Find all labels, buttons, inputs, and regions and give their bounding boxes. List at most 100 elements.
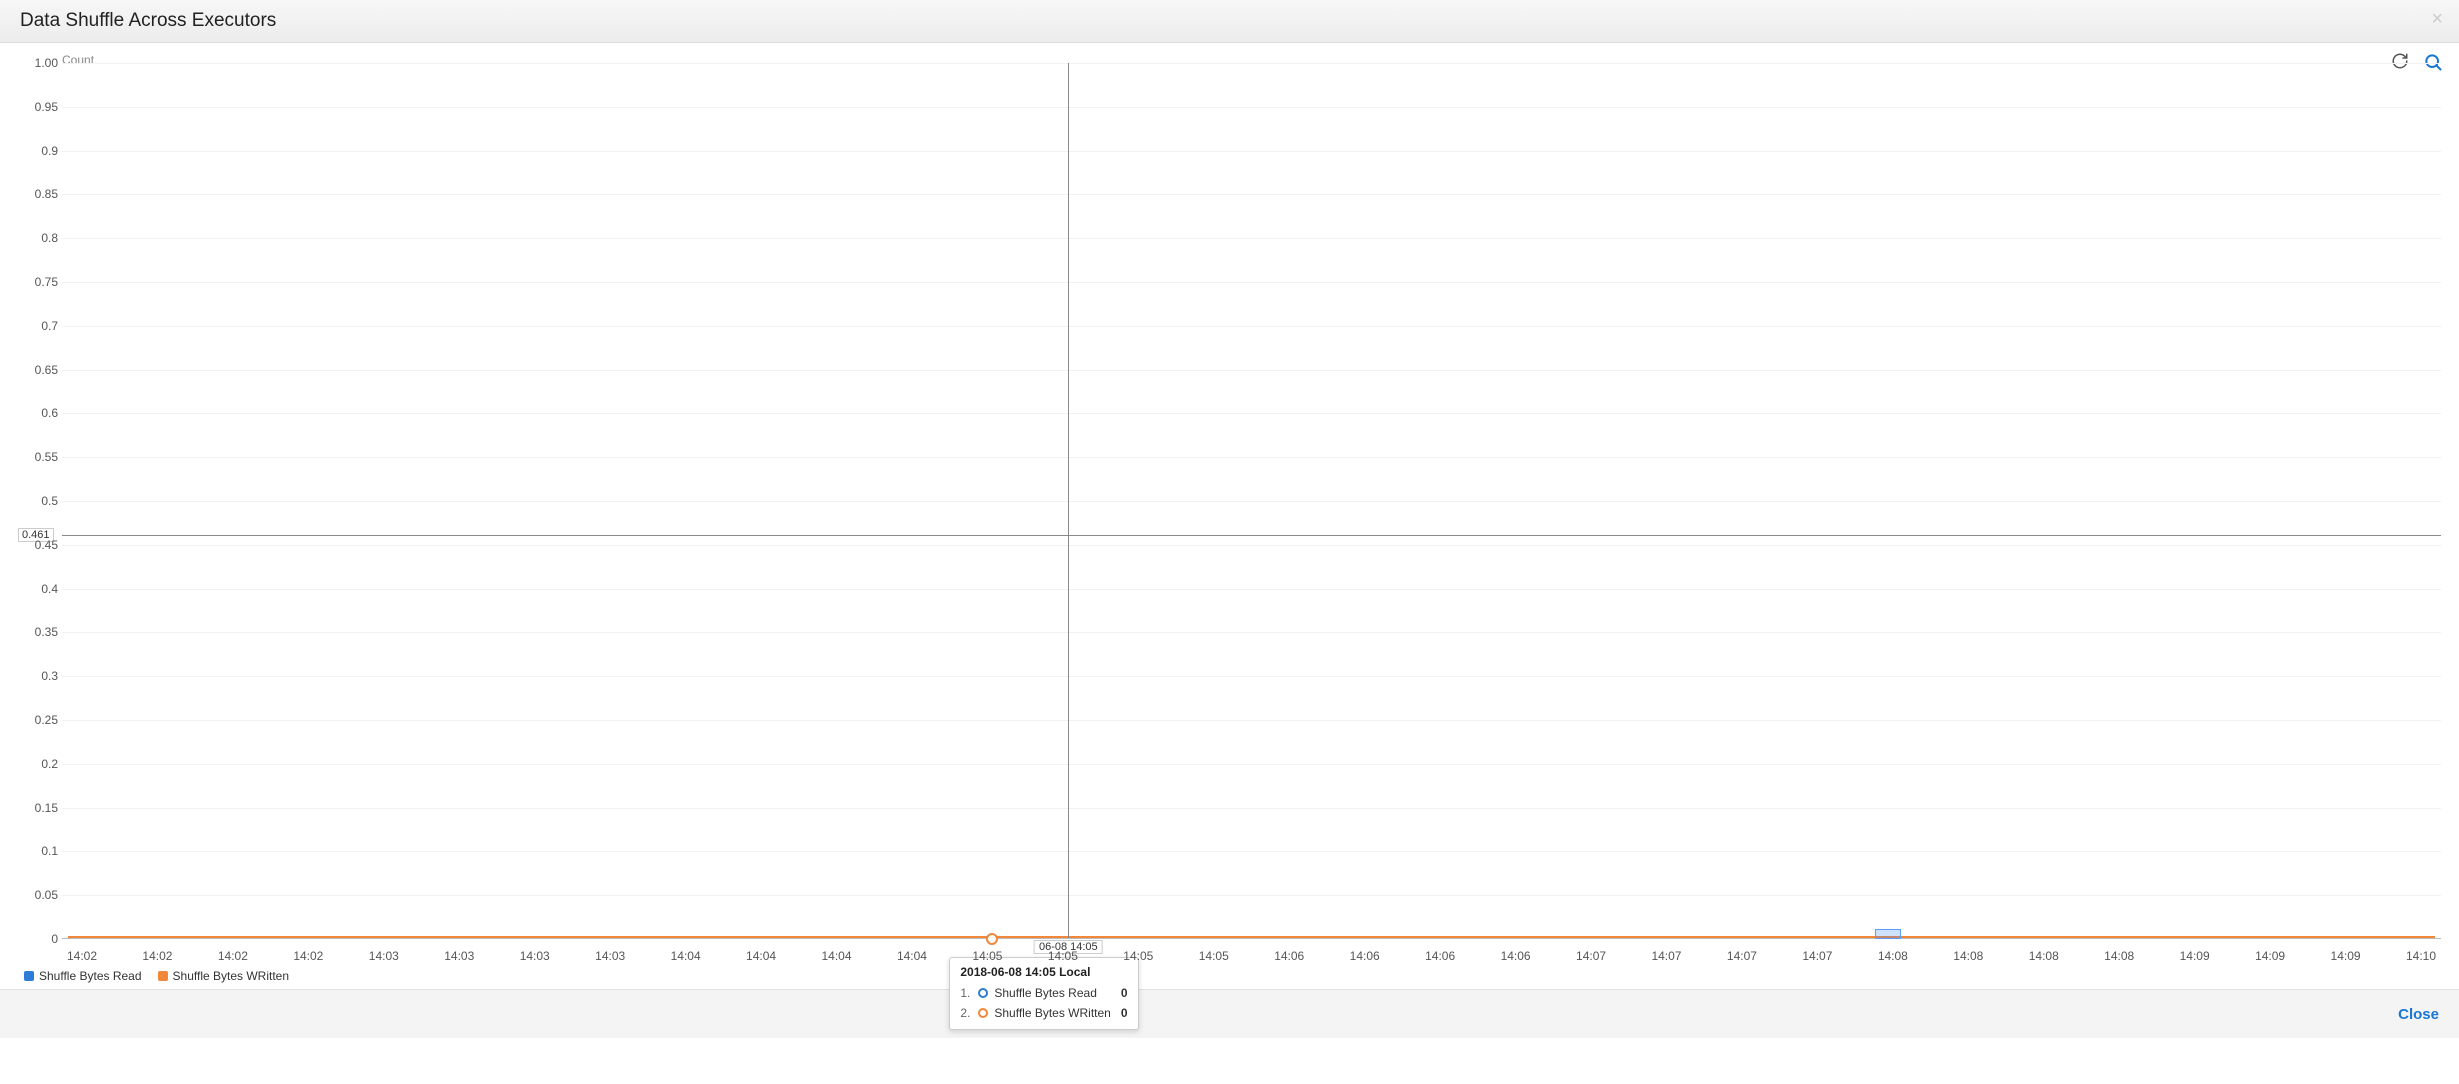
gridline (62, 107, 2441, 108)
x-tick-label: 14:04 (897, 949, 927, 963)
gridline (62, 764, 2441, 765)
x-tick-label: 14:02 (293, 949, 323, 963)
x-tick-label: 14:05 (972, 949, 1002, 963)
x-tick-label: 14:06 (1274, 949, 1304, 963)
gridline (62, 676, 2441, 677)
x-tick-label: 14:04 (822, 949, 852, 963)
gridline (62, 632, 2441, 633)
plot-area[interactable]: 0.46106-08 14:052018-06-08 14:05 Local1.… (62, 63, 2441, 939)
tooltip-title: 2018-06-08 14:05 Local (960, 965, 1127, 979)
y-tick-label: 0.05 (20, 888, 58, 902)
x-tick-label: 14:05 (1199, 949, 1229, 963)
x-tick-label: 14:08 (1878, 949, 1908, 963)
y-tick-label: 0.7 (20, 319, 58, 333)
tooltip-row-index: 2. (960, 1003, 972, 1023)
y-tick-label: 0.75 (20, 275, 58, 289)
y-tick-label: 0.8 (20, 231, 58, 245)
hover-point-marker (986, 933, 998, 945)
tooltip-series-value: 0 (1121, 1003, 1128, 1023)
x-tick-label: 14:06 (1501, 949, 1531, 963)
gridline (62, 720, 2441, 721)
y-tick-label: 0.15 (20, 801, 58, 815)
y-tick-label: 0.4 (20, 582, 58, 596)
close-button[interactable]: Close (2398, 1006, 2439, 1023)
gridline (62, 63, 2441, 64)
x-tick-label: 14:05 (1123, 949, 1153, 963)
legend-swatch-written (158, 971, 168, 981)
zoom-selection (1875, 929, 1901, 939)
tooltip-row-index: 1. (960, 983, 972, 1003)
legend-label: Shuffle Bytes WRitten (173, 969, 290, 983)
gridline (62, 194, 2441, 195)
tooltip-series-swatch (978, 1008, 988, 1018)
x-tick-label: 14:10 (2406, 949, 2436, 963)
modal-header: Data Shuffle Across Executors × (0, 0, 2459, 43)
tooltip-series-swatch (978, 988, 988, 998)
x-tick-label: 14:07 (1651, 949, 1681, 963)
x-tick-label: 14:03 (444, 949, 474, 963)
y-tick-label: 1.00 (20, 56, 58, 70)
gridline (62, 282, 2441, 283)
x-tick-label: 14:07 (1802, 949, 1832, 963)
x-tick-label: 14:03 (369, 949, 399, 963)
gridline (62, 851, 2441, 852)
x-tick-label: 14:04 (671, 949, 701, 963)
tooltip-series-label: Shuffle Bytes Read (994, 983, 1097, 1003)
y-tick-label: 0.9 (20, 144, 58, 158)
tooltip-series-value: 0 (1121, 983, 1128, 1003)
x-tick-label: 14:02 (142, 949, 172, 963)
x-tick-label: 14:09 (2331, 949, 2361, 963)
tooltip-series-label: Shuffle Bytes WRitten (994, 1003, 1111, 1023)
y-tick-label: 0.95 (20, 100, 58, 114)
legend: Shuffle Bytes Read Shuffle Bytes WRitten (24, 969, 289, 983)
gridline (62, 895, 2441, 896)
gridline (62, 501, 2441, 502)
tooltip: 2018-06-08 14:05 Local 1. Shuffle Bytes Re… (949, 957, 1138, 1030)
x-tick-label: 14:06 (1425, 949, 1455, 963)
x-tick-label: 14:09 (2255, 949, 2285, 963)
y-tick-label: 0.85 (20, 187, 58, 201)
gridline (62, 589, 2441, 590)
x-tick-label: 14:08 (2029, 949, 2059, 963)
crosshair-horizontal (62, 535, 2441, 536)
y-tick-label: 0.1 (20, 844, 58, 858)
x-tick-label: 14:07 (1576, 949, 1606, 963)
tooltip-row: 1. Shuffle Bytes Read 0 (960, 983, 1127, 1003)
chart-area[interactable]: Count 0.46106-08 14:052018-06-08 14:05 L… (18, 57, 2441, 977)
y-tick-label: 0.3 (20, 669, 58, 683)
series-line-written (68, 936, 2435, 938)
gridline (62, 413, 2441, 414)
legend-swatch-read (24, 971, 34, 981)
x-tick-label: 14:06 (1350, 949, 1380, 963)
close-icon[interactable]: × (2431, 8, 2443, 31)
gridline (62, 151, 2441, 152)
x-tick-label: 14:02 (218, 949, 248, 963)
gridline (62, 370, 2441, 371)
y-tick-label: 0.5 (20, 494, 58, 508)
x-tick-label: 14:08 (1953, 949, 1983, 963)
x-tick-label: 14:02 (67, 949, 97, 963)
x-tick-label: 14:03 (520, 949, 550, 963)
legend-label: Shuffle Bytes Read (39, 969, 142, 983)
y-tick-label: 0.25 (20, 713, 58, 727)
x-tick-label: 14:03 (595, 949, 625, 963)
x-tick-label: 14:04 (746, 949, 776, 963)
gridline (62, 457, 2441, 458)
y-tick-label: 0.2 (20, 757, 58, 771)
legend-item-written[interactable]: Shuffle Bytes WRitten (158, 969, 290, 983)
y-tick-label: 0.6 (20, 406, 58, 420)
y-tick-label: 0.65 (20, 363, 58, 377)
legend-item-read[interactable]: Shuffle Bytes Read (24, 969, 142, 983)
y-tick-label: 0.35 (20, 625, 58, 639)
tooltip-row: 2. Shuffle Bytes WRitten 0 (960, 1003, 1127, 1023)
x-tick-label: 14:08 (2104, 949, 2134, 963)
x-tick-label: 14:09 (2180, 949, 2210, 963)
gridline (62, 808, 2441, 809)
crosshair-vertical (1068, 63, 1069, 938)
gridline (62, 545, 2441, 546)
gridline (62, 238, 2441, 239)
x-tick-label: 14:07 (1727, 949, 1757, 963)
modal-title: Data Shuffle Across Executors (20, 10, 276, 32)
y-tick-label: 0.45 (20, 538, 58, 552)
y-tick-label: 0 (20, 932, 58, 946)
